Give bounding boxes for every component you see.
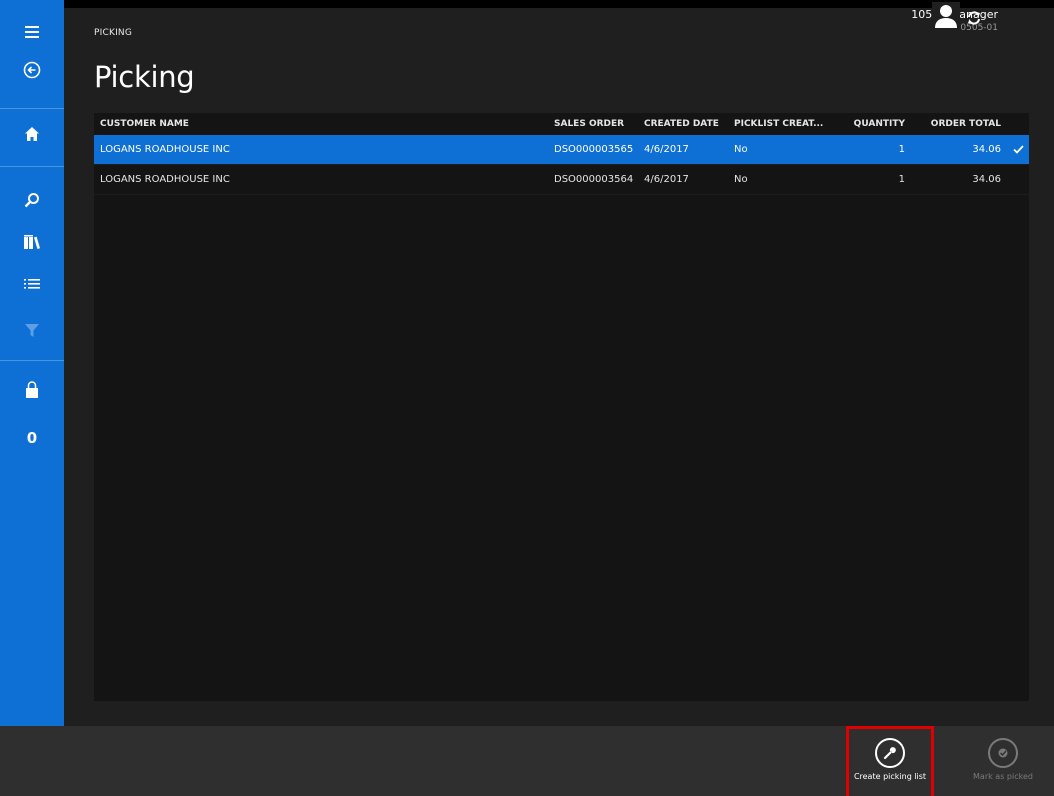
hamburger-menu-button[interactable] (0, 12, 64, 52)
main-panel: PICKING Picking 10505 Manager 1 - 10505-… (64, 8, 1054, 726)
nav-rail: 0 (0, 0, 64, 726)
cell-customer: LOGANS ROADHOUSE INC (100, 174, 230, 185)
table-row[interactable]: LOGANS ROADHOUSE INC DSO000003565 4/6/20… (94, 135, 1029, 165)
grid-header: CUSTOMER NAME SALES ORDER CREATED DATE P… (94, 113, 1029, 135)
shopping-bag-icon (26, 381, 38, 398)
wrench-icon (883, 747, 896, 760)
cell-picklist: No (734, 144, 748, 155)
sync-icon (968, 11, 980, 25)
sync-button[interactable] (966, 10, 982, 26)
filter-button[interactable] (0, 310, 64, 350)
column-header-quantity[interactable]: QUANTITY (834, 119, 909, 129)
cart-count: 0 (0, 418, 64, 458)
cell-order-total: 34.06 (972, 174, 1001, 185)
list-icon (24, 279, 40, 289)
create-picking-list-button[interactable]: Create picking list (849, 726, 931, 796)
products-button[interactable] (0, 222, 64, 262)
cell-sales-order: DSO000003565 (554, 144, 634, 155)
hamburger-icon (25, 26, 39, 38)
mark-as-picked-label: Mark as picked (973, 772, 1033, 781)
cart-count-label: 0 (26, 429, 38, 447)
breadcrumb: PICKING (94, 28, 133, 38)
search-icon (24, 193, 39, 208)
table-row[interactable]: LOGANS ROADHOUSE INC DSO000003564 4/6/20… (94, 165, 1029, 195)
checkmark-icon (1012, 145, 1024, 154)
home-button[interactable] (0, 114, 64, 154)
cell-created-date: 4/6/2017 (644, 144, 689, 155)
picking-grid: CUSTOMER NAME SALES ORDER CREATED DATE P… (94, 113, 1029, 701)
picked-icon (998, 748, 1008, 758)
mark-as-picked-button[interactable]: Mark as picked (962, 726, 1044, 796)
search-button[interactable] (0, 180, 64, 220)
column-header-customer[interactable]: CUSTOMER NAME (94, 119, 554, 129)
command-bar: Create picking list Mark as picked (0, 726, 1054, 796)
cell-customer: LOGANS ROADHOUSE INC (100, 144, 230, 155)
cell-quantity: 1 (898, 144, 905, 155)
back-button[interactable] (0, 50, 64, 90)
column-header-order-total[interactable]: ORDER TOTAL (909, 119, 1007, 129)
page-title: Picking (94, 60, 195, 94)
cart-button[interactable] (0, 370, 64, 410)
books-icon (24, 235, 40, 249)
filter-icon (25, 324, 39, 337)
cell-picklist: No (734, 174, 748, 185)
create-picking-list-label: Create picking list (853, 772, 927, 781)
user-avatar[interactable] (932, 2, 960, 30)
list-button[interactable] (0, 264, 64, 304)
column-header-created-date[interactable]: CREATED DATE (644, 119, 734, 129)
back-arrow-icon (23, 61, 41, 79)
cell-quantity: 1 (898, 174, 905, 185)
cell-sales-order: DSO000003564 (554, 174, 634, 185)
home-icon (25, 127, 39, 141)
person-icon (932, 2, 960, 30)
row-selected-check (1007, 145, 1029, 154)
cell-created-date: 4/6/2017 (644, 174, 689, 185)
cell-order-total: 34.06 (972, 144, 1001, 155)
column-header-sales-order[interactable]: SALES ORDER (554, 119, 644, 129)
column-header-picklist[interactable]: PICKLIST CREAT... (734, 119, 834, 129)
